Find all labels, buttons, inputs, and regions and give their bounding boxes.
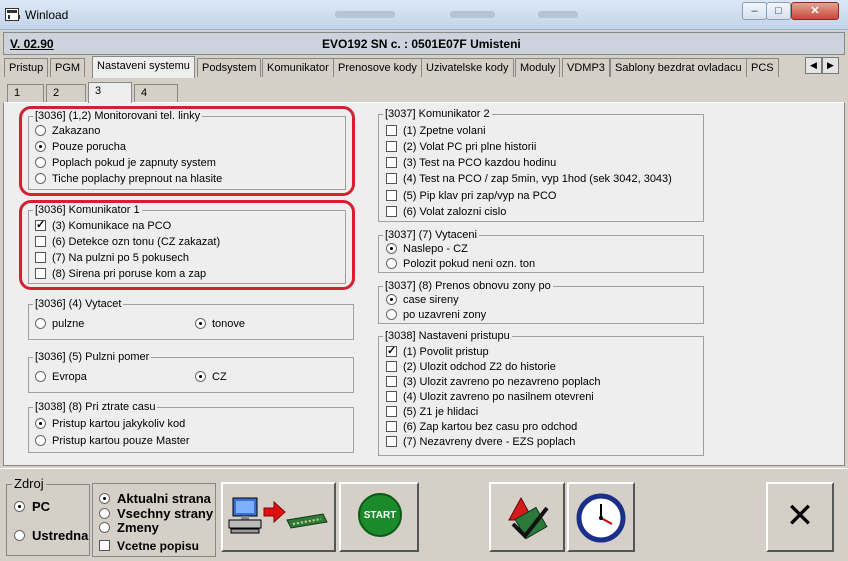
tab-podsystem[interactable]: Podsystem	[197, 58, 262, 77]
checkbox-icon	[386, 173, 397, 184]
tab-sablony[interactable]: Sablony bezdrat ovladacu	[610, 58, 747, 77]
radio-selected-icon	[35, 418, 46, 429]
subtab-1[interactable]: 1	[7, 84, 44, 102]
device-info: EVO192 SN c. : 0501E07F Umisteni	[322, 37, 521, 51]
tab-scroll-right-button[interactable]: ▶	[822, 57, 839, 74]
group-legend: [3036] (5) Pulzni pomer	[35, 351, 150, 363]
group-legend: [3036] Komunikator 1	[35, 204, 140, 216]
checkbox-icon	[386, 376, 397, 387]
tab-pcs[interactable]: PCS	[746, 58, 779, 77]
checkbox-icon	[99, 540, 110, 551]
group-legend: [3038] (8) Pri ztrate casu	[35, 401, 156, 413]
exit-button[interactable]: ✕	[766, 482, 834, 552]
radio-selected-icon	[195, 371, 206, 382]
radio-selected-icon	[386, 243, 397, 254]
minimize-button[interactable]: –	[742, 2, 767, 20]
close-icon: ✕	[785, 497, 815, 535]
group-legend: [3037] (8) Prenos obnovu zony po	[385, 280, 551, 292]
group-legend: [3037] (7) Vytaceni	[385, 229, 477, 241]
radio-icon	[99, 522, 110, 533]
blurred-text	[538, 11, 578, 18]
checkbox-icon	[35, 236, 46, 247]
group-legend: [3036] (1,2) Monitorovani tel. linky	[35, 110, 201, 122]
radio-selected-icon	[35, 141, 46, 152]
tab-vdmp3[interactable]: VDMP3	[562, 58, 610, 77]
title-bar: Winload – □ ✕	[0, 0, 848, 30]
subtab-3[interactable]: 3	[88, 82, 132, 103]
version-link[interactable]: V. 02.90	[10, 37, 54, 51]
zdroj-group	[6, 484, 90, 556]
group-legend: [3036] (4) Vytacet	[35, 298, 122, 310]
transfer-button[interactable]	[221, 482, 336, 552]
checkbox-checked-icon	[35, 218, 46, 232]
tab-pgm[interactable]: PGM	[50, 58, 86, 77]
start-button[interactable]: START	[339, 482, 419, 552]
verify-icon	[508, 496, 549, 540]
radio-selected-icon	[14, 501, 25, 512]
group-legend: [3037] Komunikator 2	[385, 108, 490, 120]
radio-selected-icon	[99, 493, 110, 504]
checkbox-checked-icon	[386, 344, 397, 358]
zdroj-legend: Zdroj	[12, 476, 46, 491]
radio-icon	[35, 157, 46, 168]
tab-nastaveni-systemu[interactable]: Nastaveni systemu	[92, 56, 195, 78]
pc-to-panel-icon	[228, 497, 328, 534]
checkbox-icon	[386, 391, 397, 402]
blurred-text	[450, 11, 495, 18]
device-header: V. 02.90 EVO192 SN c. : 0501E07F Umisten…	[3, 32, 845, 55]
verify-button[interactable]	[489, 482, 565, 552]
window-title: Winload	[25, 8, 69, 22]
checkbox-icon	[386, 361, 397, 372]
clock-button[interactable]	[567, 482, 635, 552]
radio-icon	[35, 435, 46, 446]
tab-scroll-left-button[interactable]: ◀	[805, 57, 822, 74]
radio-icon	[386, 309, 397, 320]
checkbox-icon	[386, 125, 397, 136]
app-icon	[5, 8, 20, 21]
tab-prenosove-kody[interactable]: Prenosove kody	[333, 58, 422, 77]
radio-icon	[35, 173, 46, 184]
radio-icon	[99, 508, 110, 519]
tab-pristup[interactable]: Pristup	[4, 58, 49, 77]
clock-icon	[576, 493, 626, 543]
checkbox-icon	[35, 252, 46, 263]
radio-selected-icon	[195, 318, 206, 329]
tab-uzivatelske-kody[interactable]: Uzivatelske kody	[421, 58, 514, 77]
tab-komunikator[interactable]: Komunikator	[262, 58, 334, 77]
close-window-button[interactable]: ✕	[791, 2, 839, 20]
start-icon: START	[358, 493, 402, 537]
tab-moduly[interactable]: Moduly	[515, 58, 561, 77]
radio-icon	[35, 125, 46, 136]
group-legend: [3038] Nastaveni pristupu	[385, 330, 510, 342]
checkbox-icon	[386, 141, 397, 152]
checkbox-icon	[386, 421, 397, 432]
radio-selected-icon	[386, 294, 397, 305]
checkbox-icon	[35, 268, 46, 279]
checkbox-icon	[386, 406, 397, 417]
radio-icon	[35, 318, 46, 329]
subtab-2[interactable]: 2	[46, 84, 86, 102]
checkbox-icon	[386, 436, 397, 447]
radio-icon	[14, 530, 25, 541]
checkbox-icon	[386, 157, 397, 168]
maximize-button[interactable]: □	[766, 2, 791, 20]
subtab-4[interactable]: 4	[134, 84, 178, 102]
checkbox-icon	[386, 190, 397, 201]
checkbox-icon	[386, 206, 397, 217]
radio-icon	[35, 371, 46, 382]
blurred-text	[335, 11, 395, 18]
radio-icon	[386, 258, 397, 269]
